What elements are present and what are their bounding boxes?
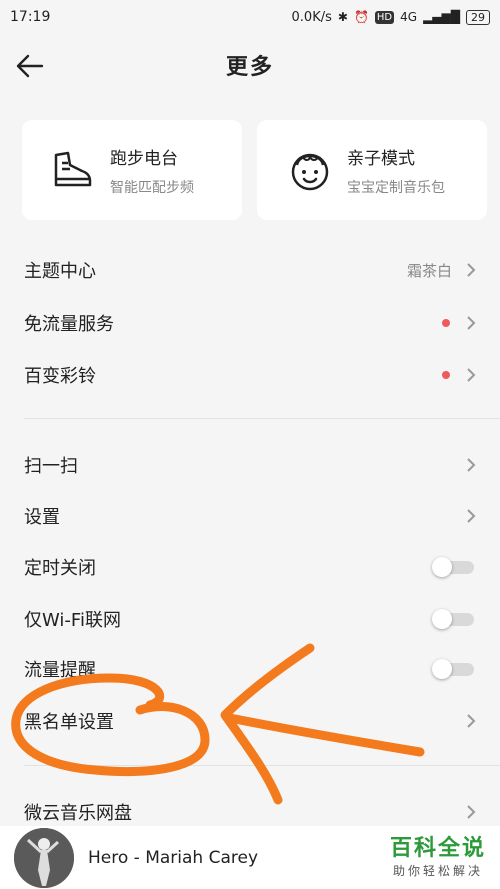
alarm-icon: ⏰ (353, 10, 369, 24)
watermark-logo: 百科全说 助你轻松解决 (390, 830, 486, 879)
menu-item-label: 扫一扫 (24, 456, 78, 477)
notification-dot (442, 319, 450, 327)
menu-item-label: 主题中心 (24, 261, 96, 282)
sleep-timer-toggle[interactable] (432, 557, 476, 577)
card-title: 跑步电台 (110, 148, 178, 169)
notification-dot (442, 371, 450, 379)
mini-player[interactable]: Hero - Mariah Carey 百科全说 助你轻松解决 (0, 826, 500, 889)
app-bar: 更多 (0, 34, 500, 96)
watermark-title: 百科全说 (389, 836, 486, 861)
song-title: Hero - Mariah Carey (88, 847, 259, 868)
chevron-right-icon (467, 263, 476, 277)
card-subtitle: 智能匹配步频 (110, 179, 194, 196)
network-type: 4G (400, 10, 418, 24)
menu-item-blacklist[interactable]: 黑名单设置 (0, 695, 500, 747)
data-alert-toggle[interactable] (432, 659, 476, 679)
running-radio-card[interactable]: 跑步电台 智能匹配步频 (22, 120, 242, 220)
menu-item-label: 流量提醒 (24, 660, 96, 681)
signal-icon: ▂▄▆█ (423, 10, 460, 24)
chevron-right-icon (467, 805, 476, 819)
menu-item-label: 免流量服务 (24, 314, 114, 335)
status-bar: 17:19 0.0K/s ✱ ⏰ HD 4G ▂▄▆█ 29 (0, 0, 500, 34)
menu-item-settings[interactable]: 设置 (0, 490, 500, 542)
card-subtitle: 宝宝定制音乐包 (347, 179, 445, 196)
album-art[interactable] (14, 827, 74, 888)
menu-item-ringtone[interactable]: 百变彩铃 (0, 349, 500, 401)
hd-badge: HD (374, 10, 395, 24)
section-divider (24, 765, 500, 766)
theme-value: 霜茶白 (406, 261, 452, 280)
battery-level: 29 (466, 9, 490, 25)
back-arrow-icon[interactable] (12, 48, 48, 84)
menu-item-label: 定时关闭 (24, 558, 96, 579)
menu-item-label: 黑名单设置 (24, 712, 114, 733)
menu-item-label: 仅Wi-Fi联网 (24, 610, 121, 631)
bluetooth-icon: ✱ (337, 10, 348, 24)
network-speed: 0.0K/s (291, 9, 332, 25)
menu-item-scan[interactable]: 扫一扫 (0, 439, 500, 491)
menu-item-theme[interactable]: 主题中心 霜茶白 (0, 244, 500, 296)
running-shoe-icon (54, 151, 92, 187)
menu-item-free-data[interactable]: 免流量服务 (0, 297, 500, 349)
menu-item-sleep-timer: 定时关闭 (0, 541, 500, 593)
chevron-right-icon (467, 316, 476, 330)
chevron-right-icon (467, 714, 476, 728)
watermark-subtitle: 助你轻松解决 (392, 864, 483, 878)
status-time: 17:19 (10, 9, 51, 25)
card-title: 亲子模式 (347, 148, 415, 169)
page-title: 更多 (225, 55, 274, 80)
baby-face-icon (291, 153, 329, 191)
status-icons: 0.0K/s ✱ ⏰ HD 4G ▂▄▆█ 29 (291, 9, 490, 25)
wifi-only-toggle[interactable] (432, 609, 476, 629)
chevron-right-icon (467, 509, 476, 523)
menu-item-label: 设置 (24, 507, 60, 528)
menu-item-data-alert: 流量提醒 (0, 643, 500, 695)
chevron-right-icon (467, 458, 476, 472)
kids-mode-card[interactable]: 亲子模式 宝宝定制音乐包 (257, 120, 487, 220)
chevron-right-icon (467, 368, 476, 382)
section-divider (24, 418, 500, 419)
menu-item-label: 百变彩铃 (24, 366, 96, 387)
menu-item-label: 微云音乐网盘 (24, 803, 132, 824)
menu-item-wifi-only: 仅Wi-Fi联网 (0, 593, 500, 645)
